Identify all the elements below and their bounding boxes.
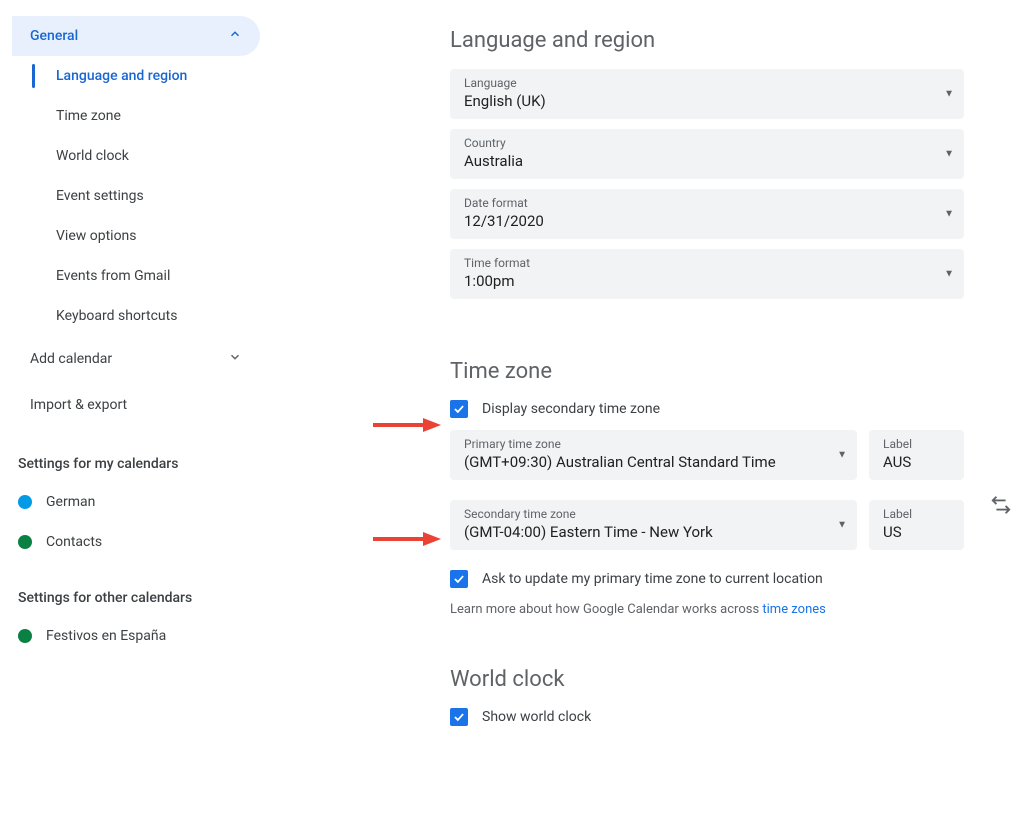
show-world-clock-checkbox[interactable] — [450, 708, 468, 726]
section-title-world-clock: World clock — [450, 667, 964, 692]
section-title-language-region: Language and region — [450, 28, 964, 53]
calendar-color-dot — [18, 535, 32, 549]
sidebar-item-keyboard-shortcuts[interactable]: Keyboard shortcuts — [12, 296, 260, 336]
ask-update-timezone-checkbox[interactable] — [450, 570, 468, 588]
calendar-color-dot — [18, 629, 32, 643]
timezone-helper-text: Learn more about how Google Calendar wor… — [450, 602, 964, 617]
sidebar-heading-my-calendars: Settings for my calendars — [12, 456, 260, 472]
dropdown-caret-icon: ▼ — [944, 269, 954, 280]
sidebar-calendar-german[interactable]: German — [12, 482, 260, 522]
secondary-timezone-dropdown[interactable]: Secondary time zone (GMT-04:00) Eastern … — [450, 500, 857, 550]
show-world-clock-label: Show world clock — [482, 709, 591, 725]
secondary-timezone-label-input[interactable]: Label US — [869, 500, 964, 550]
dropdown-caret-icon: ▼ — [837, 520, 847, 531]
time-format-dropdown[interactable]: Time format 1:00pm ▼ — [450, 249, 964, 299]
date-format-dropdown[interactable]: Date format 12/31/2020 ▼ — [450, 189, 964, 239]
annotation-arrow-2 — [370, 530, 442, 552]
display-secondary-timezone-checkbox[interactable] — [450, 400, 468, 418]
sidebar-heading-other-calendars: Settings for other calendars — [12, 590, 260, 606]
sidebar-item-view-options[interactable]: View options — [12, 216, 260, 256]
dropdown-caret-icon: ▼ — [944, 89, 954, 100]
settings-sidebar: General Language and region Time zone Wo… — [0, 16, 270, 738]
swap-timezones-icon[interactable] — [990, 494, 1012, 520]
primary-timezone-label-input[interactable]: Label AUS — [869, 430, 964, 480]
country-dropdown[interactable]: Country Australia ▼ — [450, 129, 964, 179]
timezones-help-link[interactable]: time zones — [762, 602, 825, 617]
ask-update-timezone-label: Ask to update my primary time zone to cu… — [482, 571, 823, 587]
sidebar-item-import-export[interactable]: Import & export — [12, 382, 260, 428]
chevron-up-icon — [228, 27, 242, 45]
dropdown-caret-icon: ▼ — [837, 450, 847, 461]
chevron-down-icon — [228, 350, 242, 368]
sidebar-item-time-zone[interactable]: Time zone — [12, 96, 260, 136]
calendar-color-dot — [18, 495, 32, 509]
language-dropdown[interactable]: Language English (UK) ▼ — [450, 69, 964, 119]
settings-content: Language and region Language English (UK… — [270, 16, 1024, 738]
sidebar-group-general-label: General — [30, 28, 78, 44]
primary-timezone-dropdown[interactable]: Primary time zone (GMT+09:30) Australian… — [450, 430, 857, 480]
sidebar-item-event-settings[interactable]: Event settings — [12, 176, 260, 216]
sidebar-calendar-festivos[interactable]: Festivos en España — [12, 616, 260, 656]
sidebar-item-events-from-gmail[interactable]: Events from Gmail — [12, 256, 260, 296]
sidebar-group-general[interactable]: General — [12, 16, 260, 56]
sidebar-item-world-clock[interactable]: World clock — [12, 136, 260, 176]
dropdown-caret-icon: ▼ — [944, 209, 954, 220]
display-secondary-timezone-label: Display secondary time zone — [482, 401, 660, 417]
sidebar-group-add-calendar[interactable]: Add calendar — [12, 336, 260, 382]
sidebar-item-language-region[interactable]: Language and region — [12, 56, 260, 96]
section-title-time-zone: Time zone — [450, 359, 964, 384]
dropdown-caret-icon: ▼ — [944, 149, 954, 160]
annotation-arrow-1 — [370, 416, 442, 438]
sidebar-calendar-contacts[interactable]: Contacts — [12, 522, 260, 562]
